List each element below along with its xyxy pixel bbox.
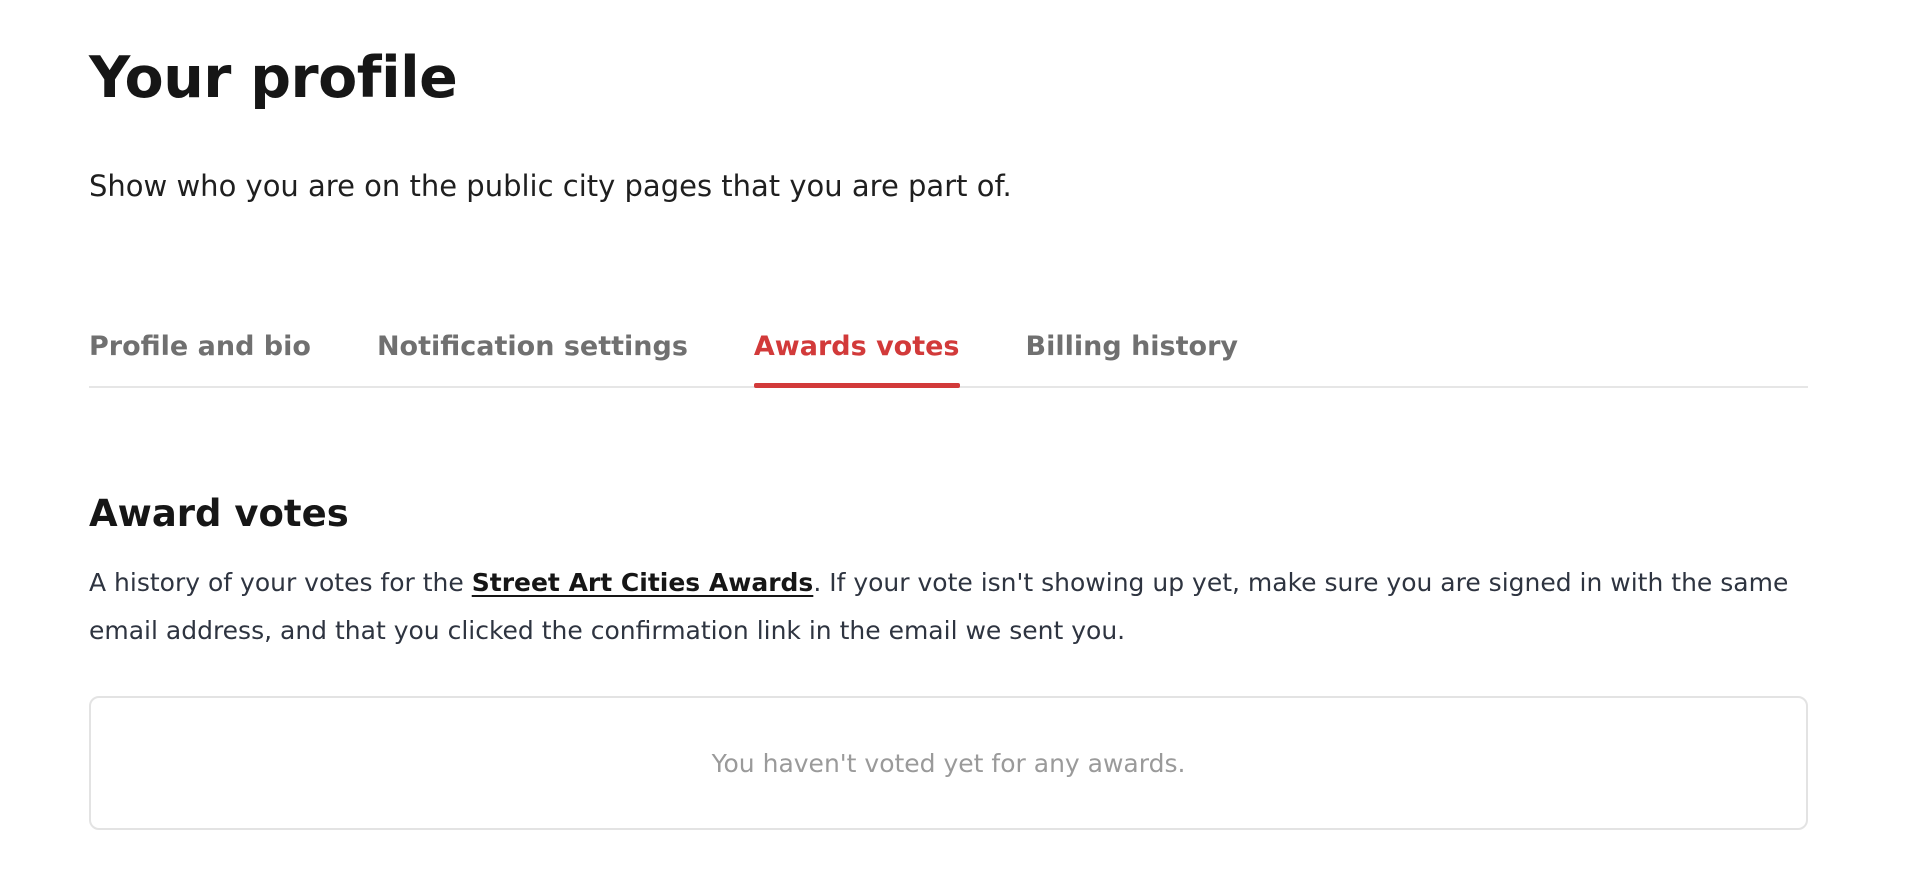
tab-notification-settings[interactable]: Notification settings	[377, 322, 688, 386]
section-description: A history of your votes for the Street A…	[89, 559, 1808, 655]
tab-profile-and-bio[interactable]: Profile and bio	[89, 322, 311, 386]
empty-state-message: You haven't voted yet for any awards.	[711, 748, 1186, 778]
profile-tabs: Profile and bio Notification settings Aw…	[89, 322, 1808, 388]
tab-awards-votes[interactable]: Awards votes	[753, 322, 960, 388]
page-title: Your profile	[89, 45, 458, 111]
empty-votes-box: You haven't voted yet for any awards.	[89, 696, 1808, 830]
section-title: Award votes	[89, 492, 349, 535]
page-subtitle: Show who you are on the public city page…	[89, 169, 1012, 203]
section-description-lead: A history of your votes for the	[89, 568, 472, 597]
awards-link[interactable]: Street Art Cities Awards	[472, 568, 814, 597]
tab-billing-history[interactable]: Billing history	[1026, 322, 1238, 386]
